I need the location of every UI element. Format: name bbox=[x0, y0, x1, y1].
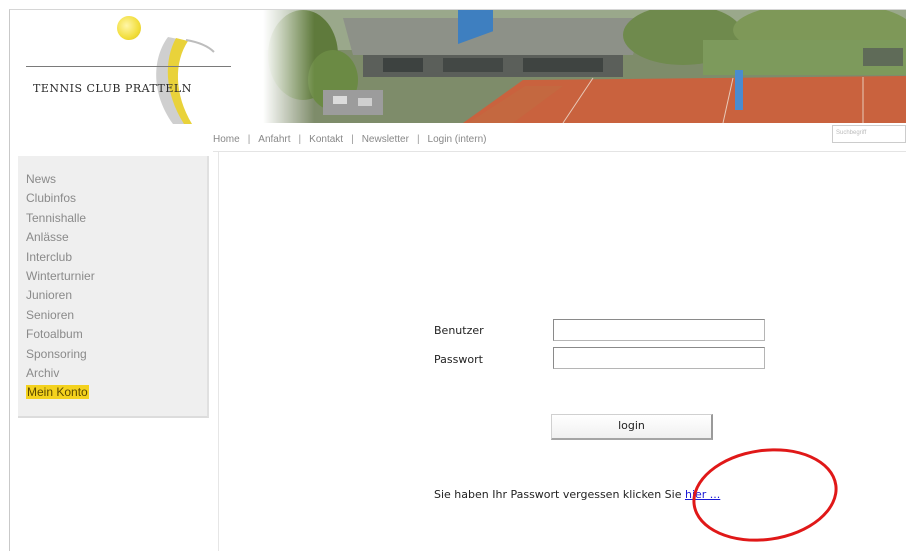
sidebar-menu: News Clubinfos Tennishalle Anlässe Inter… bbox=[26, 170, 95, 403]
sidebar-item-junioren[interactable]: Junioren bbox=[26, 286, 95, 305]
content-divider bbox=[218, 152, 219, 551]
forgot-password-text: Sie haben Ihr Passwort vergessen klicken… bbox=[434, 488, 720, 501]
nav-separator: | bbox=[351, 133, 354, 145]
nav-separator: | bbox=[247, 133, 251, 145]
sidebar-item-tennishalle[interactable]: Tennishalle bbox=[26, 209, 95, 228]
sidebar-item-news[interactable]: News bbox=[26, 170, 95, 189]
sidebar-item-mein-konto[interactable]: Mein Konto bbox=[26, 385, 89, 400]
logo-text: TENNIS CLUB PRATTELN bbox=[33, 82, 192, 95]
password-field[interactable] bbox=[553, 347, 765, 369]
sidebar-item-clubinfos[interactable]: Clubinfos bbox=[26, 189, 95, 208]
logo-swoosh-icon bbox=[156, 37, 215, 124]
username-label: Benutzer bbox=[434, 324, 484, 337]
sidebar-item-interclub[interactable]: Interclub bbox=[26, 248, 95, 267]
forgot-password-message: Sie haben Ihr Passwort vergessen klicken… bbox=[434, 488, 682, 501]
top-navigation: Home | Anfahrt | Kontakt | Newsletter | … bbox=[213, 131, 486, 147]
sidebar-item-fotoalbum[interactable]: Fotoalbum bbox=[26, 325, 95, 344]
nav-separator: | bbox=[298, 133, 302, 145]
search-input[interactable]: Suchbegriff bbox=[832, 125, 906, 143]
nav-separator: | bbox=[416, 133, 420, 145]
sidebar-item-mein-konto-row: Mein Konto bbox=[26, 383, 95, 402]
nav-divider bbox=[213, 151, 906, 152]
sidebar-item-sponsoring[interactable]: Sponsoring bbox=[26, 345, 95, 364]
tennis-courts-image bbox=[263, 10, 906, 123]
club-logo[interactable]: TENNIS CLUB PRATTELN bbox=[10, 10, 270, 124]
login-button[interactable]: login bbox=[551, 414, 713, 440]
forgot-password-link[interactable]: hier ... bbox=[685, 488, 720, 501]
nav-newsletter[interactable]: Newsletter bbox=[362, 134, 409, 145]
username-field[interactable] bbox=[553, 319, 765, 341]
sidebar-item-archiv[interactable]: Archiv bbox=[26, 364, 95, 383]
nav-login[interactable]: Login (intern) bbox=[428, 134, 487, 145]
header-photo bbox=[263, 10, 906, 123]
sidebar: News Clubinfos Tennishalle Anlässe Inter… bbox=[18, 156, 209, 418]
nav-home[interactable]: Home bbox=[213, 134, 240, 145]
logo-rule bbox=[26, 66, 231, 67]
sidebar-item-anlaesse[interactable]: Anlässe bbox=[26, 228, 95, 247]
site-header: TENNIS CLUB PRATTELN bbox=[10, 10, 906, 124]
nav-kontakt[interactable]: Kontakt bbox=[309, 134, 343, 145]
password-label: Passwort bbox=[434, 353, 483, 366]
nav-anfahrt[interactable]: Anfahrt bbox=[258, 134, 290, 145]
sidebar-item-winterturnier[interactable]: Winterturnier bbox=[26, 267, 95, 286]
sidebar-item-senioren[interactable]: Senioren bbox=[26, 306, 95, 325]
